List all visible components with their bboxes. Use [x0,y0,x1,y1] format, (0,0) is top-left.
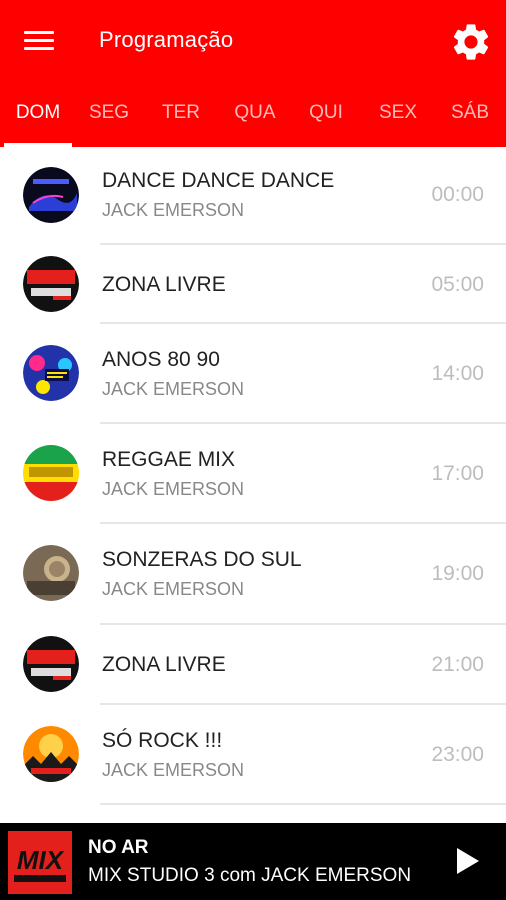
play-icon[interactable] [451,845,483,877]
tab-sex[interactable]: SEX [365,90,431,147]
program-host: JACK EMERSON [102,760,245,780]
tab-qui[interactable]: QUI [293,90,359,147]
list-item[interactable]: REGGAE MIX JACK EMERSON 17:00 [0,424,506,524]
list-item[interactable]: ANOS 80 90 JACK EMERSON 14:00 [0,324,506,424]
app-bar: Programação DOM SEG TER QUA QUI SEX SÁB [0,0,506,147]
program-time: 05:00 [431,273,484,296]
program-title: ANOS 80 90 [102,348,220,371]
tab-seg[interactable]: SEG [76,90,142,147]
program-host: JACK EMERSON [102,200,245,220]
now-playing-bar[interactable]: MIX NO AR MIX STUDIO 3 com JACK EMERSON [0,823,506,900]
program-time: 17:00 [431,462,484,485]
program-thumbnail [23,636,79,692]
program-thumbnail [23,445,79,501]
day-tabs: DOM SEG TER QUA QUI SEX SÁB [0,90,506,147]
program-thumbnail [23,256,79,312]
program-host: JACK EMERSON [102,479,245,499]
page-title: Programação [99,27,234,52]
list-item[interactable]: SÓ ROCK !!! JACK EMERSON 23:00 [0,705,506,805]
hamburger-menu-icon[interactable] [20,26,60,56]
divider [100,803,506,805]
station-logo-text: MIX [17,845,65,875]
station-logo: MIX [8,831,72,894]
program-time: 14:00 [431,362,484,385]
tab-qua[interactable]: QUA [222,90,288,147]
tab-sab[interactable]: SÁB [437,90,503,147]
program-time: 21:00 [431,653,484,676]
on-air-label: NO AR [88,837,149,858]
program-time: 19:00 [431,562,484,585]
program-title: DANCE DANCE DANCE [102,169,335,192]
gear-icon[interactable] [449,20,493,64]
program-thumbnail [23,167,79,223]
program-time: 23:00 [431,743,484,766]
tab-dom[interactable]: DOM [4,90,72,147]
list-item[interactable]: SONZERAS DO SUL JACK EMERSON 19:00 [0,524,506,625]
program-title: SÓ ROCK !!! [102,729,223,752]
list-item[interactable]: ZONA LIVRE 05:00 [0,245,506,324]
list-item[interactable]: ZONA LIVRE 21:00 [0,625,506,705]
program-thumbnail [23,345,79,401]
program-thumbnail [23,726,79,782]
schedule-list: DANCE DANCE DANCE JACK EMERSON 00:00 ZON… [0,147,506,823]
program-title: REGGAE MIX [102,448,236,471]
program-host: JACK EMERSON [102,579,245,599]
list-item[interactable]: DANCE DANCE DANCE JACK EMERSON 00:00 [0,147,506,245]
program-thumbnail [23,545,79,601]
program-host: JACK EMERSON [102,379,245,399]
tab-ter[interactable]: TER [148,90,214,147]
program-title: ZONA LIVRE [102,653,226,676]
program-title: SONZERAS DO SUL [102,548,302,571]
now-playing-title: MIX STUDIO 3 com JACK EMERSON [88,865,412,886]
program-time: 00:00 [431,183,484,206]
program-title: ZONA LIVRE [102,273,226,296]
